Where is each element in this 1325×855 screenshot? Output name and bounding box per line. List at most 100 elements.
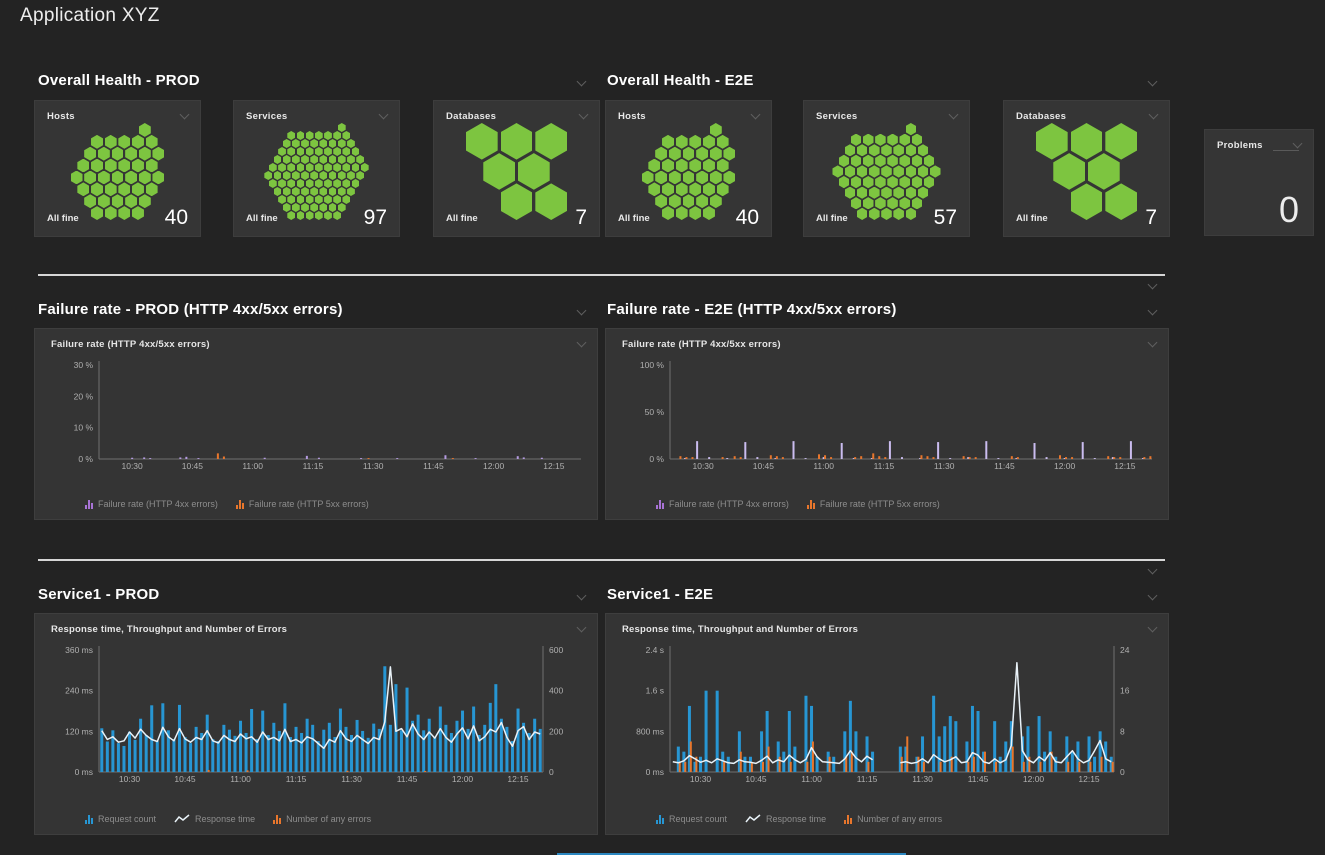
svg-text:100 %: 100 % bbox=[640, 360, 665, 370]
hexagon-healthy bbox=[342, 195, 350, 204]
hexagon-healthy bbox=[324, 131, 332, 140]
svg-text:800 ms: 800 ms bbox=[636, 726, 664, 736]
legend-item[interactable]: Response time bbox=[745, 814, 826, 824]
hexagon-healthy bbox=[717, 159, 729, 173]
chevron-down-icon[interactable] bbox=[1148, 77, 1158, 87]
hexagon-healthy bbox=[924, 155, 935, 167]
hexagon-healthy bbox=[851, 134, 862, 146]
chevron-down-icon[interactable] bbox=[180, 110, 190, 120]
hexagon-healthy bbox=[319, 139, 327, 148]
tile-hosts-prod[interactable]: Hosts All fine 40 bbox=[34, 100, 201, 237]
hexagon-healthy bbox=[887, 155, 898, 167]
chevron-down-icon[interactable] bbox=[577, 623, 587, 633]
chevron-down-icon[interactable] bbox=[1148, 565, 1158, 575]
hexagon-healthy bbox=[125, 171, 137, 185]
hexagon-healthy bbox=[297, 147, 305, 156]
hexagon-healthy bbox=[342, 131, 350, 140]
hexagon-healthy bbox=[347, 187, 355, 196]
chevron-down-icon[interactable] bbox=[949, 110, 959, 120]
hexagon-healthy bbox=[71, 171, 83, 185]
hexagon-healthy bbox=[329, 171, 337, 180]
hexagon-healthy bbox=[1105, 123, 1137, 160]
hexagon-healthy bbox=[287, 147, 295, 156]
legend-item[interactable]: Failure rate (HTTP 5xx errors) bbox=[807, 499, 940, 509]
hexagon-healthy bbox=[535, 123, 567, 160]
svg-text:11:00: 11:00 bbox=[813, 461, 834, 471]
service1-e2e-chart[interactable]: 0 ms800 ms1.6 s2.4 s08162410:3010:4511:0… bbox=[612, 640, 1164, 796]
tile-databases-e2e[interactable]: Databases All fine 7 bbox=[1003, 100, 1170, 237]
tile-label: Hosts bbox=[47, 111, 75, 122]
chevron-down-icon[interactable] bbox=[577, 77, 587, 87]
chevron-down-icon[interactable] bbox=[577, 338, 587, 348]
chevron-down-icon[interactable] bbox=[579, 110, 589, 120]
tile-databases-prod[interactable]: Databases All fine 7 bbox=[433, 100, 600, 237]
tile-services-prod[interactable]: Services All fine 97 bbox=[233, 100, 400, 237]
chevron-down-icon[interactable] bbox=[1148, 338, 1158, 348]
chart-tile-failure-e2e[interactable]: Failure rate (HTTP 4xx/5xx errors) 0 %50… bbox=[605, 328, 1169, 520]
legend-item[interactable]: Number of any errors bbox=[844, 814, 942, 824]
hexagon-healthy bbox=[269, 163, 277, 172]
hexagon-healthy bbox=[703, 135, 715, 149]
legend-item[interactable]: Failure rate (HTTP 4xx errors) bbox=[656, 499, 789, 509]
chart-tile-service1-prod[interactable]: Response time, Throughput and Number of … bbox=[34, 613, 598, 835]
chevron-down-icon[interactable] bbox=[751, 110, 761, 120]
failure-prod-chart[interactable]: 0 %10 %20 %30 %10:3010:4511:0011:1511:30… bbox=[41, 355, 593, 479]
hexagon-healthy bbox=[710, 123, 722, 137]
chevron-down-icon[interactable] bbox=[577, 306, 587, 316]
hexagon-healthy bbox=[669, 171, 681, 185]
hexagon-healthy bbox=[851, 176, 862, 188]
legend-item[interactable]: Request count bbox=[85, 814, 156, 824]
hexagon-healthy bbox=[338, 155, 346, 164]
legend-label: Response time bbox=[195, 814, 255, 824]
hexagon-healthy bbox=[710, 194, 722, 208]
legend-item[interactable]: Response time bbox=[174, 814, 255, 824]
chevron-down-icon[interactable] bbox=[1293, 139, 1303, 149]
chart-tile-failure-prod[interactable]: Failure rate (HTTP 4xx/5xx errors) 0 %10… bbox=[34, 328, 598, 520]
chevron-down-icon[interactable] bbox=[577, 591, 587, 601]
chart-tile-service1-e2e[interactable]: Response time, Throughput and Number of … bbox=[605, 613, 1169, 835]
tile-hosts-e2e[interactable]: Hosts All fine 40 bbox=[605, 100, 772, 237]
legend-item[interactable]: Failure rate (HTTP 5xx errors) bbox=[236, 499, 369, 509]
hexagon-healthy bbox=[306, 131, 314, 140]
hexagon-healthy bbox=[918, 144, 929, 156]
chevron-down-icon[interactable] bbox=[1148, 591, 1158, 601]
chevron-down-icon[interactable] bbox=[1148, 306, 1158, 316]
legend-label: Number of any errors bbox=[857, 814, 942, 824]
chevron-down-icon[interactable] bbox=[1148, 280, 1158, 290]
hexagon-healthy bbox=[292, 155, 300, 164]
tile-problems[interactable]: Problems 0 bbox=[1204, 129, 1314, 236]
hexagon-healthy bbox=[152, 147, 164, 161]
hexagon-healthy bbox=[1105, 183, 1137, 220]
hexagon-healthy bbox=[319, 171, 327, 180]
hexagon-healthy bbox=[139, 123, 151, 137]
hexagon-healthy bbox=[306, 179, 314, 188]
hexagon-healthy bbox=[274, 171, 282, 180]
hexagon-healthy bbox=[146, 135, 158, 149]
svg-text:10:30: 10:30 bbox=[690, 774, 712, 784]
chevron-down-icon[interactable] bbox=[1148, 623, 1158, 633]
failure-e2e-chart[interactable]: 0 %50 %100 %10:3010:4511:0011:1511:3011:… bbox=[612, 355, 1164, 479]
tile-count: 97 bbox=[364, 206, 387, 230]
hexagon-healthy bbox=[696, 171, 708, 185]
legend-item[interactable]: Number of any errors bbox=[273, 814, 371, 824]
line-series-icon bbox=[174, 814, 190, 824]
legend-item[interactable]: Failure rate (HTTP 4xx errors) bbox=[85, 499, 218, 509]
hexagon-healthy bbox=[287, 179, 295, 188]
hexagon-healthy bbox=[139, 147, 151, 161]
hexagon-healthy bbox=[292, 187, 300, 196]
service1-prod-chart[interactable]: 0 ms120 ms240 ms360 ms020040060010:3010:… bbox=[41, 640, 593, 796]
svg-text:0 ms: 0 ms bbox=[646, 767, 664, 777]
bar-series-icon bbox=[273, 815, 281, 824]
tile-services-e2e[interactable]: Services All fine 57 bbox=[803, 100, 970, 237]
chevron-down-icon[interactable] bbox=[1149, 110, 1159, 120]
hexagon-healthy bbox=[710, 147, 722, 161]
legend-item[interactable]: Request count bbox=[656, 814, 727, 824]
tile-count: 40 bbox=[165, 206, 188, 230]
hexagon-healthy bbox=[352, 163, 360, 172]
hexagon-healthy bbox=[906, 208, 917, 220]
chevron-down-icon[interactable] bbox=[379, 110, 389, 120]
hexagon-healthy bbox=[310, 155, 318, 164]
hexagon-healthy bbox=[1053, 153, 1085, 190]
svg-text:10:30: 10:30 bbox=[692, 461, 714, 471]
hexagon-healthy bbox=[689, 206, 701, 220]
